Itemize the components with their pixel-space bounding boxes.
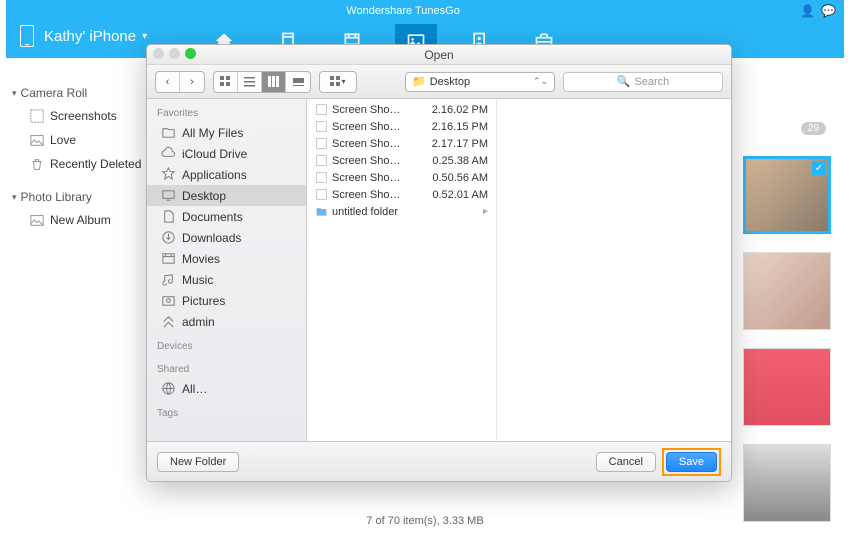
coverflow-view-button[interactable] [286, 72, 310, 92]
fav-all-my-files[interactable]: All My Files [147, 122, 306, 143]
shared-header: Shared [147, 361, 306, 378]
user-icon[interactable]: 👤 [800, 4, 815, 18]
triangle-down-icon: ▾ [12, 192, 17, 203]
icon-view-button[interactable] [214, 72, 238, 92]
file-row[interactable]: Screen Sho…0.25.38 AM [307, 152, 496, 169]
fav-desktop[interactable]: Desktop [147, 185, 306, 206]
triangle-down-icon: ▾ [12, 88, 17, 99]
file-column[interactable]: Screen Sho…2.16.02 PM Screen Sho…2.16.15… [307, 99, 497, 441]
file-row[interactable]: Screen Sho…0.52.01 AM [307, 186, 496, 203]
location-label: Desktop [430, 76, 470, 88]
photo-thumbnails: ✓ [743, 120, 835, 522]
file-column-empty[interactable] [497, 99, 731, 441]
sidebar-item-screenshots[interactable]: Screenshots [8, 104, 153, 128]
device-selector[interactable]: Kathy' iPhone ▾ [20, 25, 147, 47]
view-mode-segment[interactable] [213, 71, 311, 93]
dialog-footer: New Folder Cancel Save [147, 441, 731, 481]
folder-row[interactable]: untitled folder▸ [307, 203, 496, 220]
sidebar-item-recently-deleted[interactable]: Recently Deleted [8, 152, 153, 176]
shared-all[interactable]: All… [147, 378, 306, 399]
back-button[interactable]: ‹ [156, 72, 180, 92]
album-sidebar: ▾Camera Roll Screenshots Love Recently D… [8, 82, 153, 232]
feedback-icon[interactable]: 💬 [821, 4, 836, 18]
chevron-right-icon: ▸ [483, 206, 488, 217]
fav-downloads[interactable]: Downloads [147, 227, 306, 248]
phone-icon [20, 25, 34, 47]
dialog-sidebar: Favorites All My Files iCloud Drive Appl… [147, 99, 307, 441]
list-view-button[interactable] [238, 72, 262, 92]
photo-thumb[interactable]: ✓ [743, 156, 831, 234]
file-row[interactable]: Screen Sho…2.16.15 PM [307, 118, 496, 135]
fav-applications[interactable]: Applications [147, 164, 306, 185]
devices-header: Devices [147, 338, 306, 355]
search-icon: 🔍 [617, 75, 631, 88]
fav-pictures[interactable]: Pictures [147, 290, 306, 311]
file-row[interactable]: Screen Sho…0.50.56 AM [307, 169, 496, 186]
group-camera-roll[interactable]: ▾Camera Roll [8, 82, 153, 104]
dialog-toolbar: ‹ › ▾ 📁 Desktop ⌃⌄ 🔍 Search [147, 65, 731, 99]
nav-back-forward[interactable]: ‹ › [155, 71, 205, 93]
photo-thumb[interactable] [743, 444, 831, 522]
chevron-down-icon: ▾ [142, 31, 147, 42]
traffic-lights[interactable] [153, 48, 196, 59]
fav-movies[interactable]: Movies [147, 248, 306, 269]
fav-admin[interactable]: admin [147, 311, 306, 332]
search-field[interactable]: 🔍 Search [563, 72, 723, 92]
fav-music[interactable]: Music [147, 269, 306, 290]
fav-icloud-drive[interactable]: iCloud Drive [147, 143, 306, 164]
file-row[interactable]: Screen Sho…2.17.17 PM [307, 135, 496, 152]
save-button[interactable]: Save [666, 452, 717, 472]
arrange-button[interactable]: ▾ [320, 72, 356, 92]
check-icon: ✓ [812, 161, 826, 175]
file-columns: Screen Sho…2.16.02 PM Screen Sho…2.16.15… [307, 99, 731, 441]
new-folder-button[interactable]: New Folder [157, 452, 239, 472]
sidebar-item-new-album[interactable]: New Album [8, 208, 153, 232]
favorites-header: Favorites [147, 105, 306, 122]
dialog-title-bar: Open [147, 45, 731, 65]
photo-thumb[interactable] [743, 348, 831, 426]
group-photo-library[interactable]: ▾Photo Library [8, 186, 153, 208]
device-name: Kathy' iPhone [44, 28, 136, 45]
file-row[interactable]: Screen Sho…2.16.02 PM [307, 101, 496, 118]
search-placeholder: Search [634, 76, 669, 88]
location-dropdown[interactable]: 📁 Desktop ⌃⌄ [405, 72, 555, 92]
dialog-title: Open [424, 48, 453, 62]
cancel-button[interactable]: Cancel [596, 452, 656, 472]
sidebar-item-love[interactable]: Love [8, 128, 153, 152]
app-title: Wondershare TunesGo [6, 5, 800, 17]
forward-button[interactable]: › [180, 72, 204, 92]
arrange-segment[interactable]: ▾ [319, 71, 357, 93]
photo-thumb[interactable] [743, 252, 831, 330]
folder-icon: 📁 [412, 75, 426, 88]
tags-header: Tags [147, 405, 306, 422]
fav-documents[interactable]: Documents [147, 206, 306, 227]
column-view-button[interactable] [262, 72, 286, 92]
dropdown-arrows-icon: ⌃⌄ [533, 76, 548, 87]
status-bar: 7 of 70 item(s), 3.33 MB [0, 515, 850, 527]
open-dialog: Open ‹ › ▾ 📁 Desktop ⌃⌄ 🔍 Search Favorit… [146, 44, 732, 482]
save-highlight: Save [662, 448, 721, 476]
